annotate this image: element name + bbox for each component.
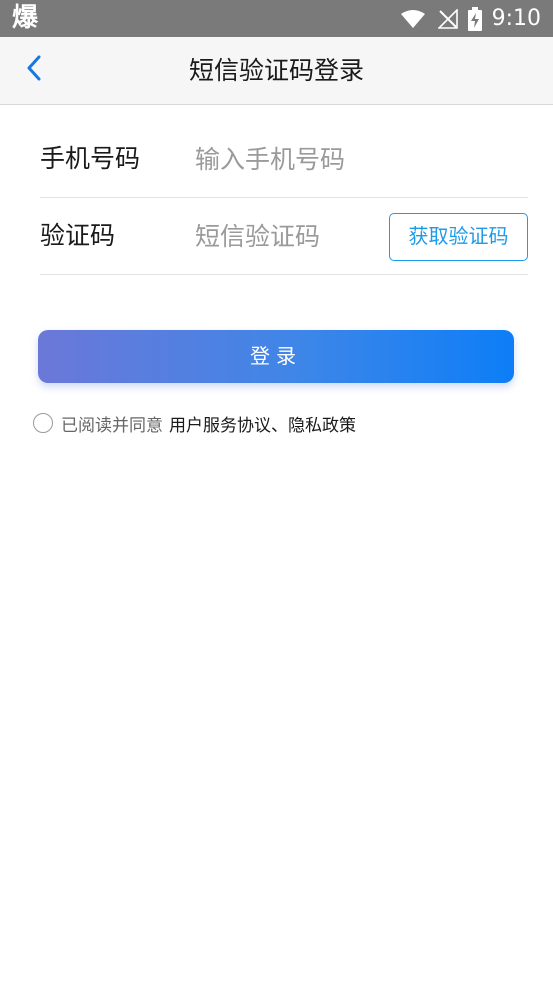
header: 短信验证码登录 bbox=[0, 37, 553, 105]
agreement: 已阅读并同意 用户服务协议 、 隐私政策 bbox=[33, 410, 356, 436]
code-row: 验证码 获取验证码 bbox=[40, 198, 528, 275]
status-icons: 9:10 bbox=[400, 0, 541, 37]
get-code-button[interactable]: 获取验证码 bbox=[389, 213, 528, 261]
privacy-policy-link[interactable]: 隐私政策 bbox=[288, 411, 356, 436]
status-time: 9:10 bbox=[491, 6, 541, 31]
signal-off-icon bbox=[437, 8, 458, 29]
agree-radio[interactable] bbox=[33, 413, 53, 433]
code-label: 验证码 bbox=[40, 221, 116, 250]
phone-row: 手机号码 bbox=[40, 121, 528, 198]
status-bar: 爆 9:10 bbox=[0, 0, 553, 37]
app-notification-icon: 爆 bbox=[12, 3, 39, 33]
code-input[interactable] bbox=[195, 216, 375, 256]
phone-label: 手机号码 bbox=[40, 144, 141, 173]
agreement-prefix: 已阅读并同意 bbox=[61, 415, 163, 436]
login-button[interactable]: 登录 bbox=[38, 330, 514, 383]
user-agreement-link[interactable]: 用户服务协议 bbox=[169, 411, 271, 436]
page-title: 短信验证码登录 bbox=[188, 56, 364, 85]
phone-input[interactable] bbox=[195, 139, 515, 179]
battery-charging-icon bbox=[467, 6, 482, 31]
agreement-separator: 、 bbox=[271, 415, 288, 436]
wifi-icon bbox=[400, 9, 426, 29]
